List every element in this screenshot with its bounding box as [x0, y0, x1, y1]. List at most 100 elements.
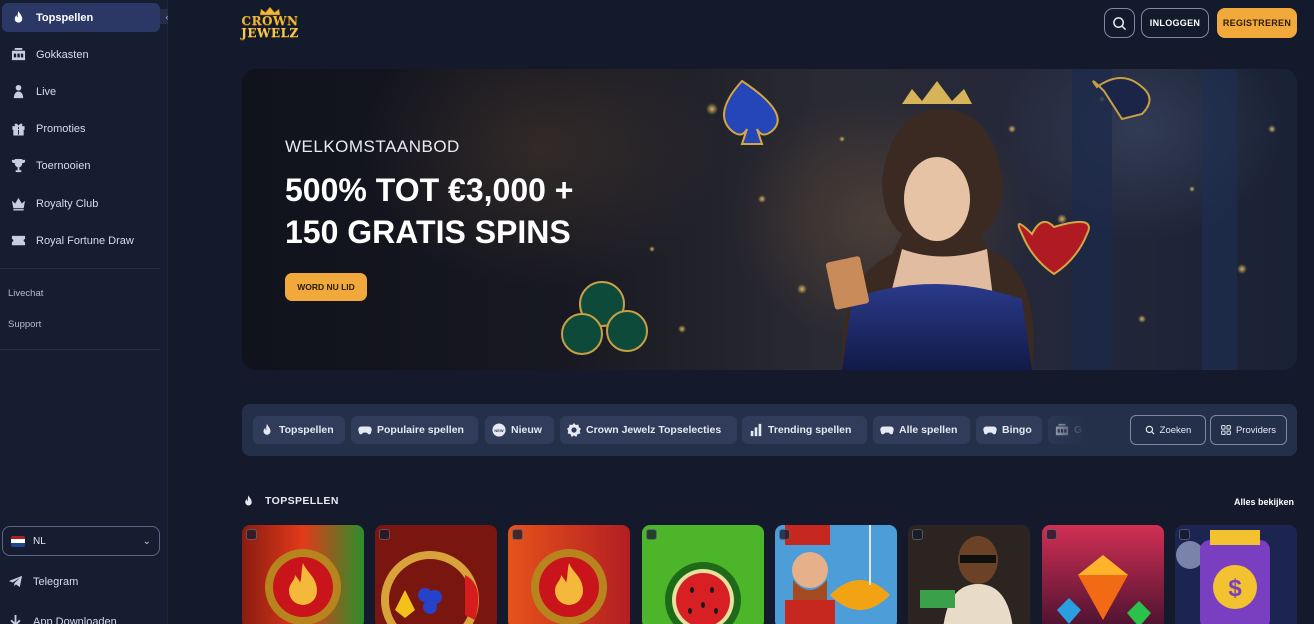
register-button[interactable]: REGISTREREN: [1217, 8, 1297, 38]
flame-icon: [245, 495, 252, 506]
see-all-link[interactable]: Alles bekijken: [1234, 497, 1294, 507]
game-tile[interactable]: [508, 525, 630, 624]
category-label: Bingo: [1002, 424, 1032, 436]
sidebar: Topspellen ‹ Gokkasten Live Promoties To…: [0, 0, 174, 624]
section-header: TOPSPELLEN: [242, 494, 339, 508]
livechat-link[interactable]: Livechat: [8, 288, 43, 299]
game-tile[interactable]: [642, 525, 764, 624]
bar-chart-icon: [750, 423, 762, 437]
category-trending-spellen[interactable]: Trending spellen: [742, 416, 867, 444]
crown-icon: [10, 196, 26, 212]
game-thumbnail-watermelon: [642, 525, 764, 624]
sidebar-item-label: Topspellen: [36, 11, 94, 24]
telegram-link[interactable]: Telegram: [8, 574, 78, 589]
category-populaire-spellen[interactable]: Populaire spellen: [351, 416, 478, 444]
game-thumbnail-gems: [1042, 525, 1164, 624]
game-thumbnail-fisherman: [775, 525, 897, 624]
search-games-button[interactable]: Zoeken: [1130, 415, 1206, 445]
join-now-button[interactable]: WORD NU LID: [285, 273, 367, 301]
game-thumbnail-fire-coin: [242, 525, 364, 624]
dealer-icon: [10, 84, 26, 100]
favorite-toggle[interactable]: [646, 529, 657, 540]
sidebar-item-label: Gokkasten: [36, 48, 89, 61]
app-download-label: App Downloaden: [33, 615, 117, 624]
sidebar-item-gokkasten[interactable]: Gokkasten: [2, 40, 160, 69]
language-label: NL: [33, 535, 46, 547]
grid-icon: [1221, 425, 1231, 435]
favorite-toggle[interactable]: [1046, 529, 1057, 540]
game-tile[interactable]: [775, 525, 897, 624]
download-icon: [10, 614, 21, 624]
category-nieuw[interactable]: NEW Nieuw: [485, 416, 554, 444]
sidebar-divider: [0, 268, 160, 269]
game-tile[interactable]: [242, 525, 364, 624]
sidebar-item-label: Toernooien: [36, 159, 91, 172]
support-link[interactable]: Support: [8, 319, 41, 330]
hero-title-line2: 150 GRATIS SPINS: [285, 214, 571, 250]
hero-title-line1: 500% TOT €3,000 +: [285, 172, 574, 208]
search-icon: [1113, 16, 1127, 30]
game-tile[interactable]: [1042, 525, 1164, 624]
gamepad-icon: [880, 426, 894, 435]
logo-text-line2: JEWELZ: [241, 25, 299, 40]
sidebar-item-toernooien[interactable]: Toernooien: [2, 151, 160, 180]
game-tile[interactable]: $: [1175, 525, 1297, 624]
sidebar-item-live[interactable]: Live: [2, 77, 160, 106]
sidebar-item-promoties[interactable]: Promoties: [2, 114, 160, 143]
trophy-icon: [10, 158, 26, 174]
favorite-toggle[interactable]: [779, 529, 790, 540]
game-thumbnail-money-train: $: [1175, 525, 1297, 624]
category-label: Trending spellen: [768, 424, 852, 436]
welcome-offer-banner[interactable]: WELKOMSTAANBOD 500% TOT €3,000 + 150 GRA…: [242, 69, 1297, 370]
category-bar: Topspellen Populaire spellen NEW Nieuw C…: [242, 404, 1297, 456]
sidebar-item-royal-fortune-draw[interactable]: Royal Fortune Draw: [2, 226, 160, 255]
app-download-link[interactable]: App Downloaden: [8, 614, 117, 624]
game-tile[interactable]: [908, 525, 1030, 624]
category-label: Nieuw: [511, 424, 542, 436]
game-tile[interactable]: [375, 525, 497, 624]
providers-button[interactable]: Providers: [1210, 415, 1287, 445]
providers-label: Providers: [1235, 424, 1277, 436]
login-button[interactable]: INLOGGEN: [1141, 8, 1209, 38]
category-label: Topspellen: [279, 424, 334, 436]
favorite-toggle[interactable]: [246, 529, 257, 540]
hero-kicker: WELKOMSTAANBOD: [285, 137, 460, 156]
category-label: Populaire spellen: [377, 424, 464, 436]
gamepad-icon: [983, 426, 997, 435]
language-select[interactable]: NL ⌄: [2, 526, 160, 556]
category-crown-jewelz-topselecties[interactable]: Crown Jewelz Topselecties: [560, 416, 737, 444]
sidebar-item-label: Promoties: [36, 122, 86, 135]
slot-machine-icon: [10, 47, 26, 63]
category-label: Alle spellen: [899, 424, 958, 436]
sidebar-item-label: Royalty Club: [36, 197, 99, 210]
telegram-label: Telegram: [33, 575, 79, 588]
sidebar-divider: [0, 349, 160, 350]
game-thumbnail-fire-coin-2: [508, 525, 630, 624]
svg-text:NEW: NEW: [494, 428, 503, 433]
category-alle-spellen[interactable]: Alle spellen: [873, 416, 970, 444]
chevron-down-icon: ⌄: [142, 535, 151, 547]
telegram-icon: [8, 575, 23, 588]
new-badge-icon: NEW: [492, 423, 506, 437]
sidebar-item-topspellen[interactable]: Topspellen: [2, 3, 160, 32]
category-bingo[interactable]: Bingo: [976, 416, 1042, 444]
sidebar-item-label: Live: [36, 85, 57, 98]
category-topspellen[interactable]: Topspellen: [253, 416, 345, 444]
svg-text:$: $: [1228, 575, 1242, 602]
top-header: CROWN JEWELZ INLOGGEN REGISTREREN: [168, 0, 1314, 48]
scroll-fade: [1047, 412, 1087, 448]
ticket-icon: [10, 233, 26, 249]
sidebar-item-royalty-club[interactable]: Royalty Club: [2, 189, 160, 218]
favorite-toggle[interactable]: [379, 529, 390, 540]
favorite-toggle[interactable]: [512, 529, 523, 540]
crown-jewelz-logo[interactable]: CROWN JEWELZ: [240, 2, 300, 44]
hero-title: 500% TOT €3,000 + 150 GRATIS SPINS: [285, 169, 573, 253]
netherlands-flag-icon: [11, 535, 25, 547]
search-games-label: Zoeken: [1159, 424, 1192, 436]
game-thumbnail-fruits: [375, 525, 497, 624]
search-button[interactable]: [1104, 8, 1135, 38]
favorite-toggle[interactable]: [1179, 529, 1190, 540]
favorite-toggle[interactable]: [912, 529, 923, 540]
flame-icon: [263, 423, 271, 435]
section-title: TOPSPELLEN: [265, 495, 339, 507]
